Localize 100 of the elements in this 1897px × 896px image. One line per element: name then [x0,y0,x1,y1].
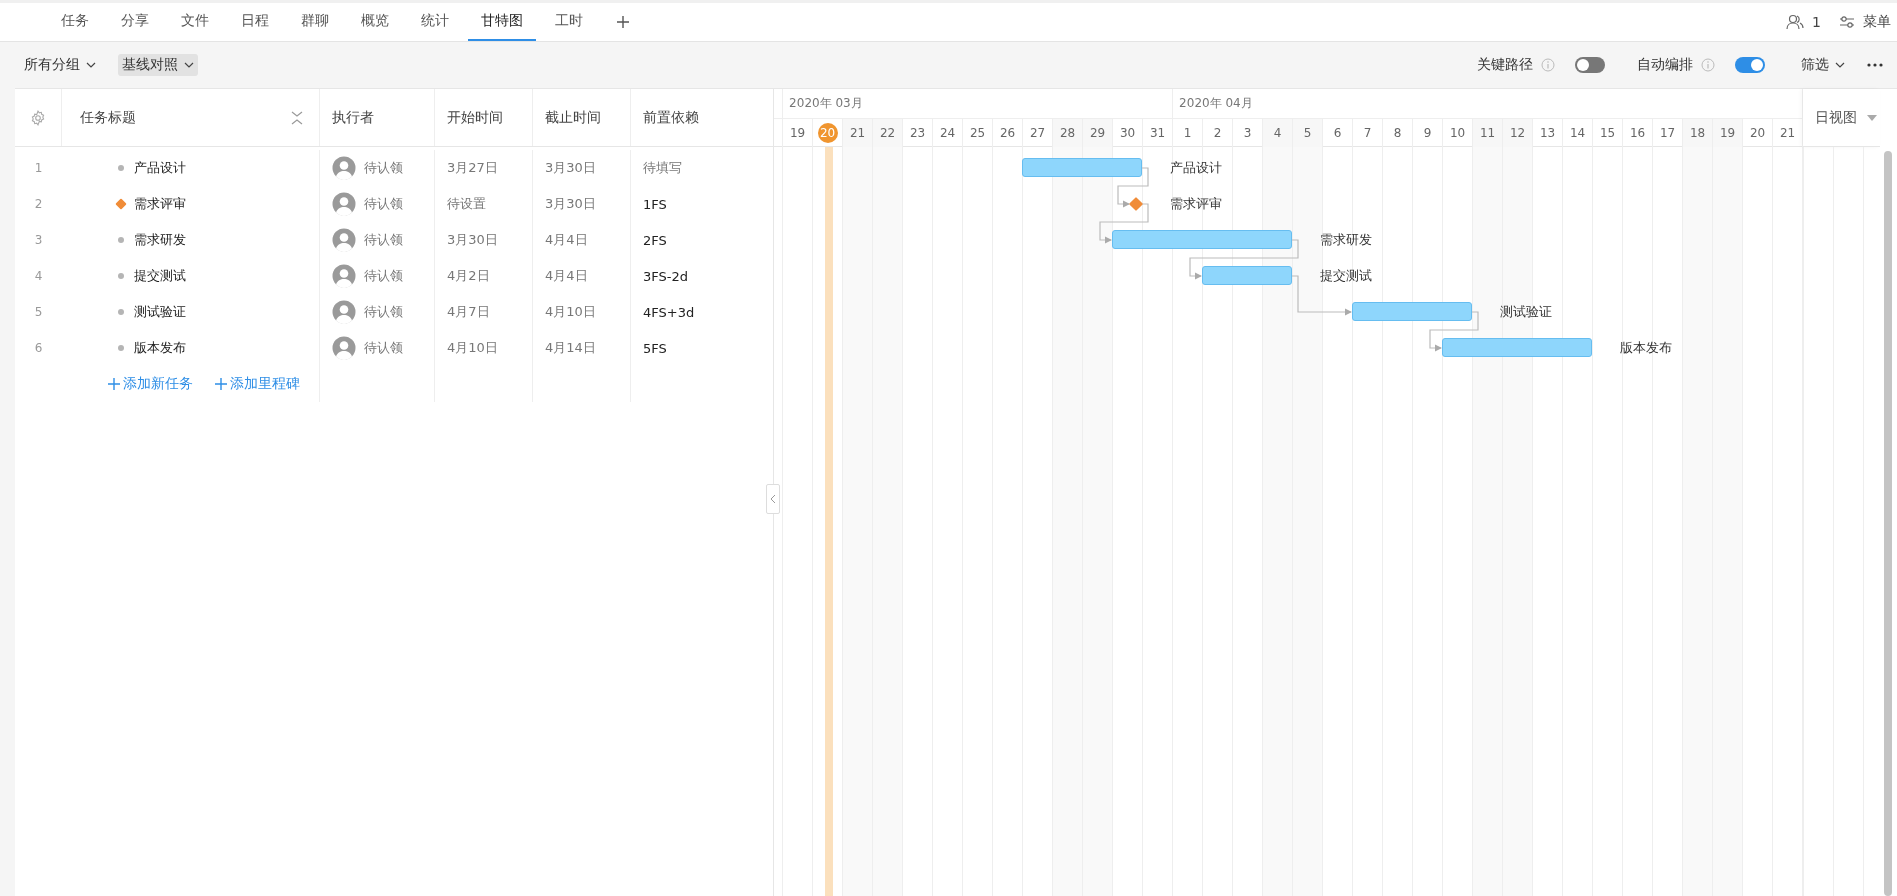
bar-label: 需求研发 [1320,231,1373,249]
avatar-icon [332,228,356,252]
task-bar[interactable] [1022,158,1143,177]
row-number: 6 [34,341,43,355]
task-dot-icon [118,237,124,243]
dependency-text[interactable]: 3FS-2d [643,268,688,284]
bar-label: 需求评审 [1170,195,1223,213]
assignee-text[interactable]: 待认领 [364,195,403,213]
nav-tab[interactable]: 日程 [228,3,282,41]
add-link[interactable]: 添加里程碑 [215,375,300,393]
assignee-text[interactable]: 待认领 [364,339,403,357]
avatar-icon [332,156,356,180]
task-title[interactable]: 需求评审 [134,195,186,213]
start-date[interactable]: 待设置 [447,195,486,213]
dropdown-button[interactable]: 基线对照 [118,54,198,76]
due-date[interactable]: 4月10日 [545,303,596,321]
due-date[interactable]: 4月14日 [545,339,596,357]
toggle-switch[interactable] [1575,57,1605,73]
column-header: 截止时间 [545,108,601,127]
dependency-text[interactable]: 1FS [643,196,667,212]
row-number: 3 [34,233,43,247]
task-title[interactable]: 产品设计 [134,159,186,177]
due-date[interactable]: 3月30日 [545,159,596,177]
day-label: 3 [1242,125,1253,142]
task-bar[interactable] [1352,302,1473,321]
task-bar[interactable] [1202,266,1293,285]
assignee-text[interactable]: 待认领 [364,159,403,177]
day-label: 19 [788,125,807,142]
task-title[interactable]: 提交测试 [134,267,186,285]
collapse-handle[interactable] [766,484,781,514]
start-date[interactable]: 4月10日 [447,339,498,357]
task-title[interactable]: 版本发布 [134,339,186,357]
due-date[interactable]: 4月4日 [545,267,588,285]
day-label: 26 [998,125,1017,142]
nav-tab[interactable]: 群聊 [288,3,342,41]
chevron-down-icon [184,62,194,68]
add-tab-icon[interactable] [616,15,630,29]
chevron-down-icon [1835,62,1845,68]
info-icon[interactable] [1541,58,1555,72]
assignee-text[interactable]: 待认领 [364,267,403,285]
day-label: 30 [1118,125,1137,142]
start-date[interactable]: 4月2日 [447,267,490,285]
nav-tab[interactable]: 统计 [408,3,462,41]
task-title[interactable]: 测试验证 [134,303,186,321]
due-date[interactable]: 3月30日 [545,195,596,213]
filter-button[interactable]: 筛选 [1797,54,1849,76]
more-icon[interactable] [1867,63,1883,67]
day-label: 19 [1718,125,1737,142]
task-dot-icon [118,165,124,171]
collapse-icon[interactable] [291,110,303,125]
day-label: 13 [1538,125,1557,142]
month-label: 2020年 04月 [1179,95,1253,112]
task-title[interactable]: 需求研发 [134,231,186,249]
due-date[interactable]: 4月4日 [545,231,588,249]
members-button[interactable]: 1 [1786,14,1821,30]
start-date[interactable]: 3月27日 [447,159,498,177]
nav-tab[interactable]: 分享 [108,3,162,41]
column-header: 任务标题 [80,108,136,127]
assignee-text[interactable]: 待认领 [364,303,403,321]
sliders-icon [1839,15,1855,29]
day-label: 10 [1448,125,1467,142]
day-label: 6 [1332,125,1343,142]
day-label: 12 [1508,125,1527,142]
day-label: 17 [1658,125,1677,142]
avatar-icon [332,336,356,360]
bar-label: 测试验证 [1500,303,1553,321]
assignee-text[interactable]: 待认领 [364,231,403,249]
task-dot-icon [118,273,124,279]
plus-icon [108,378,120,390]
nav-tab[interactable]: 文件 [168,3,222,41]
dependency-text[interactable]: 2FS [643,232,667,248]
scrollbar-thumb[interactable] [1884,151,1892,896]
plus-icon [215,378,227,390]
task-bar[interactable] [1442,338,1593,357]
nav-tab[interactable]: 甘特图 [468,3,536,41]
chevron-down-icon [86,62,96,68]
menu-button[interactable]: 菜单 [1839,13,1891,31]
settings-icon[interactable] [30,109,46,126]
toggle-switch[interactable] [1735,57,1765,73]
start-date[interactable]: 4月7日 [447,303,490,321]
dependency-text[interactable]: 5FS [643,340,667,356]
nav-tab[interactable]: 任务 [48,3,102,41]
avatar-icon [332,264,356,288]
nav-tab[interactable]: 概览 [348,3,402,41]
view-dropdown[interactable]: 日视图 [1803,89,1880,147]
day-label: 15 [1598,125,1617,142]
day-label: 28 [1058,125,1077,142]
caret-icon [1867,114,1878,121]
task-bar[interactable] [1112,230,1293,249]
start-date[interactable]: 3月30日 [447,231,498,249]
add-link[interactable]: 添加新任务 [108,375,193,393]
dependency-text[interactable]: 4FS+3d [643,304,695,320]
day-label: 20 [1748,125,1767,142]
dropdown-button[interactable]: 所有分组 [20,54,100,76]
day-label: 31 [1148,125,1167,142]
day-label: 20 [817,123,838,143]
dependency-text[interactable]: 待填写 [643,159,682,177]
day-label: 14 [1568,125,1587,142]
info-icon[interactable] [1701,58,1715,72]
nav-tab[interactable]: 工时 [542,3,596,41]
